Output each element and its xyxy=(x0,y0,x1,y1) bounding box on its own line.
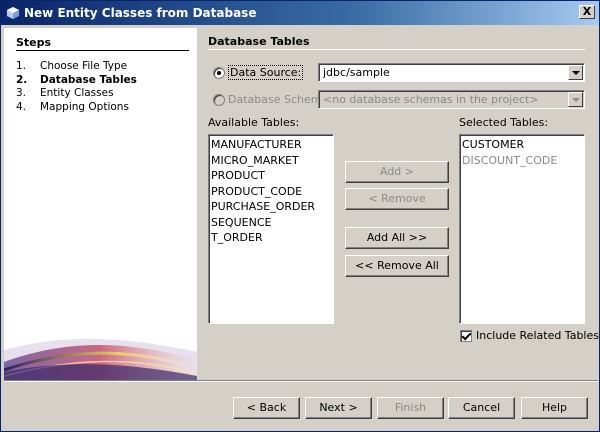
next-button[interactable]: Next > xyxy=(305,397,372,419)
step-item: 4. Mapping Options xyxy=(16,100,129,113)
back-button[interactable]: < Back xyxy=(233,397,300,419)
netbeans-cube-icon xyxy=(6,6,20,20)
list-item[interactable]: PRODUCT xyxy=(211,168,333,184)
wizard-swoosh-graphic xyxy=(4,338,197,380)
close-button[interactable]: X xyxy=(579,5,595,19)
data-source-radio[interactable] xyxy=(213,67,225,79)
title-bar[interactable]: New Entity Classes from Database X xyxy=(1,1,599,25)
include-related-label[interactable]: Include Related Tables xyxy=(476,329,599,342)
step-item: 3. Entity Classes xyxy=(16,87,114,99)
panel-title: Database Tables xyxy=(208,35,310,48)
add-button[interactable]: Add > xyxy=(345,161,449,183)
list-item[interactable]: MICRO_MARKET xyxy=(211,153,333,169)
chevron-down-icon[interactable] xyxy=(568,92,583,107)
selected-tables-list[interactable]: CUSTOMER DISCOUNT_CODE xyxy=(459,134,585,324)
list-item[interactable]: T_ORDER xyxy=(211,230,333,246)
cancel-button[interactable]: Cancel xyxy=(448,397,515,419)
add-all-button[interactable]: Add All >> xyxy=(345,227,449,249)
chevron-down-icon[interactable] xyxy=(568,65,583,80)
list-item[interactable]: PURCHASE_ORDER xyxy=(211,199,333,215)
list-item-disabled: DISCOUNT_CODE xyxy=(462,153,558,167)
panel-divider xyxy=(208,49,585,50)
footer-divider xyxy=(4,380,598,382)
selected-tables-label: Selected Tables: xyxy=(459,116,549,129)
wizard-dialog: New Entity Classes from Database X Steps… xyxy=(0,0,600,432)
window-title: New Entity Classes from Database xyxy=(24,6,257,20)
list-item[interactable]: SEQUENCE xyxy=(211,215,333,231)
database-schema-radio[interactable] xyxy=(213,94,225,106)
list-item[interactable]: MANUFACTURER xyxy=(211,137,333,153)
steps-list: 1. Choose File Type 2. Database Tables 3. E… xyxy=(16,60,137,114)
database-schema-label: Database Schema xyxy=(228,93,329,106)
database-schema-combo[interactable]: <no database schemas in the project> xyxy=(318,90,585,109)
data-source-label[interactable]: Data Source: xyxy=(228,65,304,80)
data-source-value: jdbc/sample xyxy=(323,66,390,79)
step-item: 1. Choose File Type xyxy=(16,60,128,72)
help-button[interactable]: Help xyxy=(521,397,588,419)
steps-title: Steps xyxy=(16,36,52,49)
list-item[interactable]: PRODUCT_CODE xyxy=(211,184,333,200)
finish-button[interactable]: Finish xyxy=(377,397,444,419)
steps-divider xyxy=(16,50,189,51)
remove-all-button[interactable]: << Remove All xyxy=(345,255,449,277)
steps-panel: Steps 1. Choose File Type 2. Database Tabl… xyxy=(4,28,197,380)
available-tables-list[interactable]: MANUFACTURER MICRO_MARKET PRODUCT PRODUC… xyxy=(208,134,334,324)
database-schema-value: <no database schemas in the project> xyxy=(323,93,539,106)
list-item[interactable]: CUSTOMER xyxy=(462,137,584,153)
include-related-checkbox[interactable] xyxy=(460,330,472,342)
data-source-combo[interactable]: jdbc/sample xyxy=(318,63,585,82)
available-tables-label: Available Tables: xyxy=(208,116,300,129)
step-item-current: 2. Database Tables xyxy=(16,73,137,86)
remove-button[interactable]: < Remove xyxy=(345,188,449,210)
database-tables-panel: Database Tables Data Source: jdbc/sample… xyxy=(197,28,599,380)
